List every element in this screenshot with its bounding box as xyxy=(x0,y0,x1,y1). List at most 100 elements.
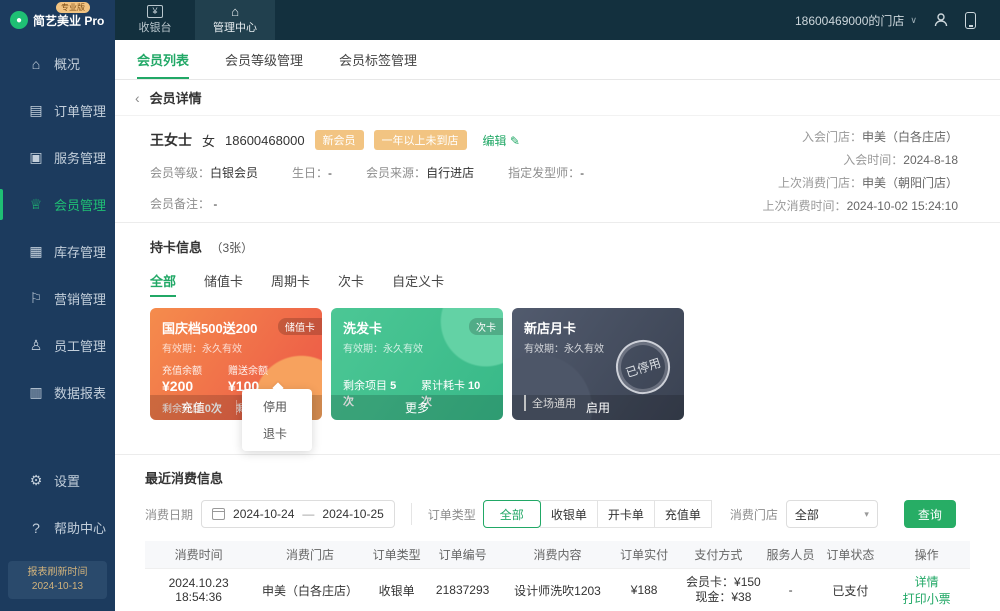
cell-store: 申美（白各庄店） xyxy=(252,568,368,611)
card-type-tabs: 全部 储值卡 周期卡 次卡 自定义卡 xyxy=(150,271,965,297)
mobile-icon[interactable] xyxy=(965,12,976,29)
sidebar-item-help[interactable]: ? 帮助中心 xyxy=(0,504,115,551)
home-icon: ⌂ xyxy=(231,5,239,18)
cell-actions: 详情 打印小票 xyxy=(883,568,970,611)
tab-member-list[interactable]: 会员列表 xyxy=(137,40,189,79)
cards-section-title: 持卡信息 xyxy=(150,240,202,255)
sidebar-item-label: 概况 xyxy=(54,54,80,73)
stat-label: 赠送余额 xyxy=(228,362,268,377)
nav-cashier-label: 收银台 xyxy=(139,19,172,35)
store-select[interactable]: 全部 ▾ xyxy=(786,500,878,528)
top-nav: ¥ 收银台 ⌂ 管理中心 xyxy=(115,0,275,40)
search-button[interactable]: 查询 xyxy=(904,500,956,528)
nav-cashier[interactable]: ¥ 收银台 xyxy=(115,0,195,40)
more-button[interactable]: 更多 xyxy=(331,395,503,420)
detail-link[interactable]: 详情 xyxy=(915,575,939,589)
cell-staff: - xyxy=(764,568,818,611)
field-label: 入会门店： xyxy=(802,130,862,144)
card-monthly: 新店月卡 有效期：永久有效 已停用 全场通用 启用 xyxy=(512,308,684,420)
card-tab-times[interactable]: 次卡 xyxy=(338,271,364,297)
cell-paid: ¥188 xyxy=(615,568,673,611)
field-label: 会员来源： xyxy=(366,166,426,180)
card-tab-custom[interactable]: 自定义卡 xyxy=(392,271,444,297)
nav-management-center[interactable]: ⌂ 管理中心 xyxy=(195,0,275,40)
consumption-filters: 消费日期 2024-10-24 — 2024-10-25 订单类型 全部 收银单… xyxy=(145,500,970,528)
field-label: 入会时间： xyxy=(843,153,903,167)
cell-time: 2024.10.23 18:54:36 xyxy=(145,568,252,611)
card-type-badge: 次卡 xyxy=(469,318,503,335)
col-status: 订单状态 xyxy=(817,541,883,568)
date-separator: — xyxy=(302,507,314,521)
store-filter-label: 消费门店 xyxy=(730,506,778,523)
sidebar-spacer xyxy=(0,416,115,457)
enable-button[interactable]: 启用 xyxy=(512,395,684,420)
card-tab-period[interactable]: 周期卡 xyxy=(271,271,310,297)
card-tab-stored-value[interactable]: 储值卡 xyxy=(204,271,243,297)
sidebar-item-label: 帮助中心 xyxy=(54,518,106,537)
member-phone: 18600468000 xyxy=(225,133,305,148)
sidebar-item-members[interactable]: ♕ 会员管理 xyxy=(0,181,115,228)
sidebar-item-overview[interactable]: ⌂ 概况 xyxy=(0,40,115,87)
tab-member-labels[interactable]: 会员标签管理 xyxy=(339,40,417,79)
cell-order-type: 收银单 xyxy=(368,568,426,611)
card-tab-all[interactable]: 全部 xyxy=(150,271,176,297)
stat-label: 充值余额 xyxy=(162,362,202,377)
date-range-picker[interactable]: 2024-10-24 — 2024-10-25 xyxy=(201,500,395,528)
tab-member-levels[interactable]: 会员等级管理 xyxy=(225,40,303,79)
pro-version-badge: 专业版 xyxy=(56,2,90,13)
recharge-button[interactable]: 充值 xyxy=(150,395,236,420)
overview-icon: ⌂ xyxy=(28,56,44,72)
sidebar-item-services[interactable]: ▣ 服务管理 xyxy=(0,134,115,181)
field-label: 生日： xyxy=(292,166,328,180)
sidebar-item-settings[interactable]: ⚙ 设置 xyxy=(0,457,115,504)
remark-value: - xyxy=(213,197,217,211)
topbar: 专业版 ● 简艺美业 Pro ¥ 收银台 ⌂ 管理中心 18600469000的… xyxy=(0,0,1000,40)
store-select-value: 全部 xyxy=(795,506,819,523)
card-name: 国庆档500送200 xyxy=(162,318,257,337)
order-type-label: 订单类型 xyxy=(428,506,476,523)
store-selector[interactable]: 18600469000的门店 ∨ xyxy=(795,12,917,29)
card-validity: 有效期：永久有效 xyxy=(343,340,491,355)
back-arrow-icon[interactable]: ‹ xyxy=(135,90,140,106)
edit-member-button[interactable]: 编辑 ✎ xyxy=(483,132,520,149)
order-type-recharge[interactable]: 充值单 xyxy=(654,500,712,528)
sidebar-item-label: 营销管理 xyxy=(54,289,106,308)
sidebar-item-reports[interactable]: ▥ 数据报表 xyxy=(0,369,115,416)
date-from: 2024-10-24 xyxy=(233,507,294,521)
sidebar-item-inventory[interactable]: ▦ 库存管理 xyxy=(0,228,115,275)
col-order-type: 订单类型 xyxy=(368,541,426,568)
user-icon[interactable] xyxy=(933,12,949,28)
sidebar-item-label: 订单管理 xyxy=(54,101,106,120)
member-birthday: - xyxy=(328,166,332,180)
card-more-dropdown: 停用 退卡 xyxy=(242,389,312,451)
sidebar-item-label: 会员管理 xyxy=(54,195,106,214)
card-type-badge: 储值卡 xyxy=(278,318,322,335)
sidebar-item-orders[interactable]: ▤ 订单管理 xyxy=(0,87,115,134)
table-row: 2024.10.23 18:54:36 申美（白各庄店） 收银单 2183729… xyxy=(145,568,970,611)
chevron-down-icon: ∨ xyxy=(910,15,917,26)
gear-icon: ⚙ xyxy=(28,472,44,489)
sidebar-item-staff[interactable]: ♙ 员工管理 xyxy=(0,322,115,369)
marketing-icon: ⚐ xyxy=(28,290,44,307)
member-info-section: 王女士 女 18600468000 新会员 一年以上未到店 编辑 ✎ 会员等级：… xyxy=(115,116,1000,223)
order-type-all[interactable]: 全部 xyxy=(483,500,541,528)
recharge-balance: ¥200 xyxy=(162,378,202,394)
member-source: 自行进店 xyxy=(426,166,474,180)
order-type-group: 全部 收银单 开卡单 充值单 xyxy=(484,500,712,528)
menu-item-refund-card[interactable]: 退卡 xyxy=(242,420,312,447)
col-store: 消费门店 xyxy=(252,541,368,568)
date-filter-label: 消费日期 xyxy=(145,506,193,523)
refresh-date: 2024-10-13 xyxy=(12,580,103,594)
sidebar-item-label: 设置 xyxy=(54,471,80,490)
sidebar-item-marketing[interactable]: ⚐ 营销管理 xyxy=(0,275,115,322)
menu-item-disable[interactable]: 停用 xyxy=(242,393,312,420)
order-type-cashier[interactable]: 收银单 xyxy=(540,500,598,528)
col-actions: 操作 xyxy=(883,541,970,568)
join-time: 2024-8-18 xyxy=(903,153,958,167)
order-type-open-card[interactable]: 开卡单 xyxy=(597,500,655,528)
caret-down-icon: ▾ xyxy=(864,509,869,520)
col-payment: 支付方式 xyxy=(673,541,764,568)
col-paid: 订单实付 xyxy=(615,541,673,568)
print-receipt-link[interactable]: 打印小票 xyxy=(903,592,951,606)
card-name: 新店月卡 xyxy=(524,318,576,337)
